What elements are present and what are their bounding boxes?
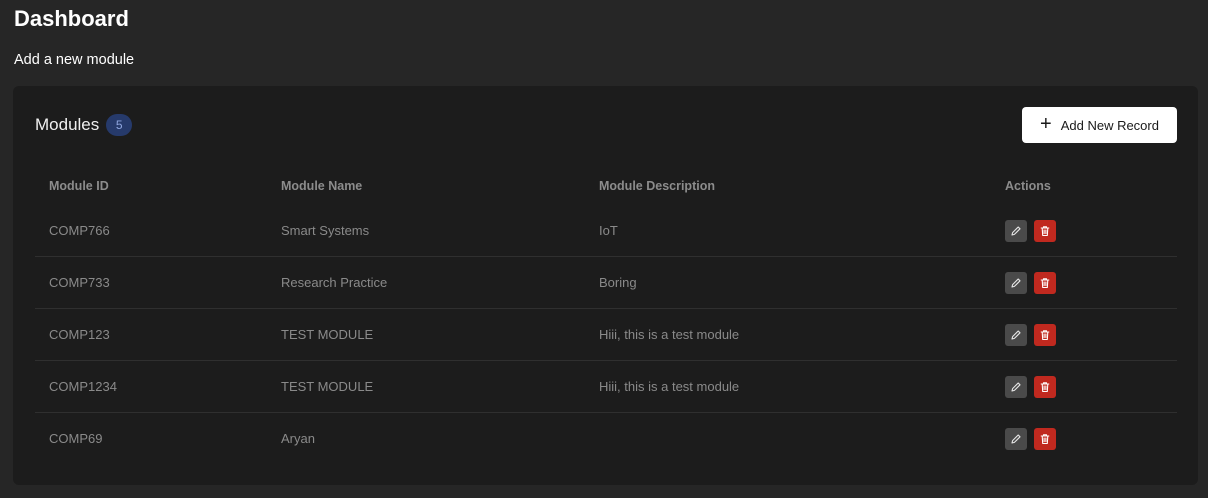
module-description-cell: Hiii, this is a test module xyxy=(585,360,991,413)
module-name-cell: Aryan xyxy=(267,412,585,464)
actions-cell xyxy=(991,205,1177,257)
table-row: COMP123 TEST MODULE Hiii, this is a test… xyxy=(35,308,1177,361)
actions-cell xyxy=(991,308,1177,361)
module-name-cell: TEST MODULE xyxy=(267,308,585,361)
card-title: Modules xyxy=(35,115,100,134)
trash-icon xyxy=(1039,277,1051,289)
delete-button[interactable] xyxy=(1034,271,1056,294)
module-id-cell: COMP1234 xyxy=(35,360,267,413)
module-id-cell: COMP733 xyxy=(35,256,267,309)
pencil-icon xyxy=(1010,225,1022,237)
edit-button[interactable] xyxy=(1005,219,1027,242)
modules-card: Modules 5 + Add New Record Module ID Mod… xyxy=(13,86,1198,485)
table-row: COMP766 Smart Systems IoT xyxy=(35,205,1177,257)
table-row: COMP733 Research Practice Boring xyxy=(35,256,1177,309)
add-new-record-button[interactable]: + Add New Record xyxy=(1022,107,1177,143)
module-description-cell xyxy=(585,412,991,464)
module-name-cell: TEST MODULE xyxy=(267,360,585,413)
edit-button[interactable] xyxy=(1005,427,1027,450)
module-name-cell: Smart Systems xyxy=(281,223,370,238)
header-module-description: Module Description xyxy=(599,178,715,193)
module-description-cell: Hiii, this is a test module xyxy=(585,308,991,361)
edit-button[interactable] xyxy=(1005,323,1027,346)
header-module-id: Module ID xyxy=(49,178,109,193)
module-id-cell: COMP766 xyxy=(49,223,110,238)
pencil-icon xyxy=(1010,277,1022,289)
plus-icon: + xyxy=(1040,113,1052,135)
pencil-icon xyxy=(1010,433,1022,445)
add-module-link[interactable]: Add a new module xyxy=(14,52,134,68)
modules-table: Module ID Module Name Module Description… xyxy=(35,166,1177,464)
trash-icon xyxy=(1039,381,1051,393)
module-id-cell: COMP123 xyxy=(35,308,267,361)
delete-button[interactable] xyxy=(1034,427,1056,450)
header-module-name: Module Name xyxy=(281,178,363,193)
delete-button[interactable] xyxy=(1034,219,1056,242)
header-actions: Actions xyxy=(1005,178,1051,193)
card-header: Modules 5 xyxy=(35,114,133,136)
page-title: Dashboard xyxy=(14,6,129,31)
edit-button[interactable] xyxy=(1005,375,1027,398)
table-row: COMP1234 TEST MODULE Hiii, this is a tes… xyxy=(35,360,1177,413)
edit-button[interactable] xyxy=(1005,271,1027,294)
module-id-cell: COMP69 xyxy=(35,412,267,464)
pencil-icon xyxy=(1010,381,1022,393)
trash-icon xyxy=(1039,433,1051,445)
trash-icon xyxy=(1039,225,1051,237)
delete-button[interactable] xyxy=(1034,375,1056,398)
module-description-cell: Boring xyxy=(585,256,991,309)
module-name-cell: Research Practice xyxy=(267,256,585,309)
table-header-row: Module ID Module Name Module Description… xyxy=(35,166,1177,205)
actions-cell xyxy=(991,256,1177,309)
actions-cell xyxy=(991,360,1177,413)
trash-icon xyxy=(1039,329,1051,341)
table-row: COMP69 Aryan xyxy=(35,412,1177,464)
add-new-record-label: Add New Record xyxy=(1060,117,1159,133)
actions-cell xyxy=(991,412,1177,464)
delete-button[interactable] xyxy=(1034,323,1056,346)
pencil-icon xyxy=(1010,329,1022,341)
count-badge: 5 xyxy=(106,114,133,136)
module-description-cell: IoT xyxy=(599,223,618,238)
